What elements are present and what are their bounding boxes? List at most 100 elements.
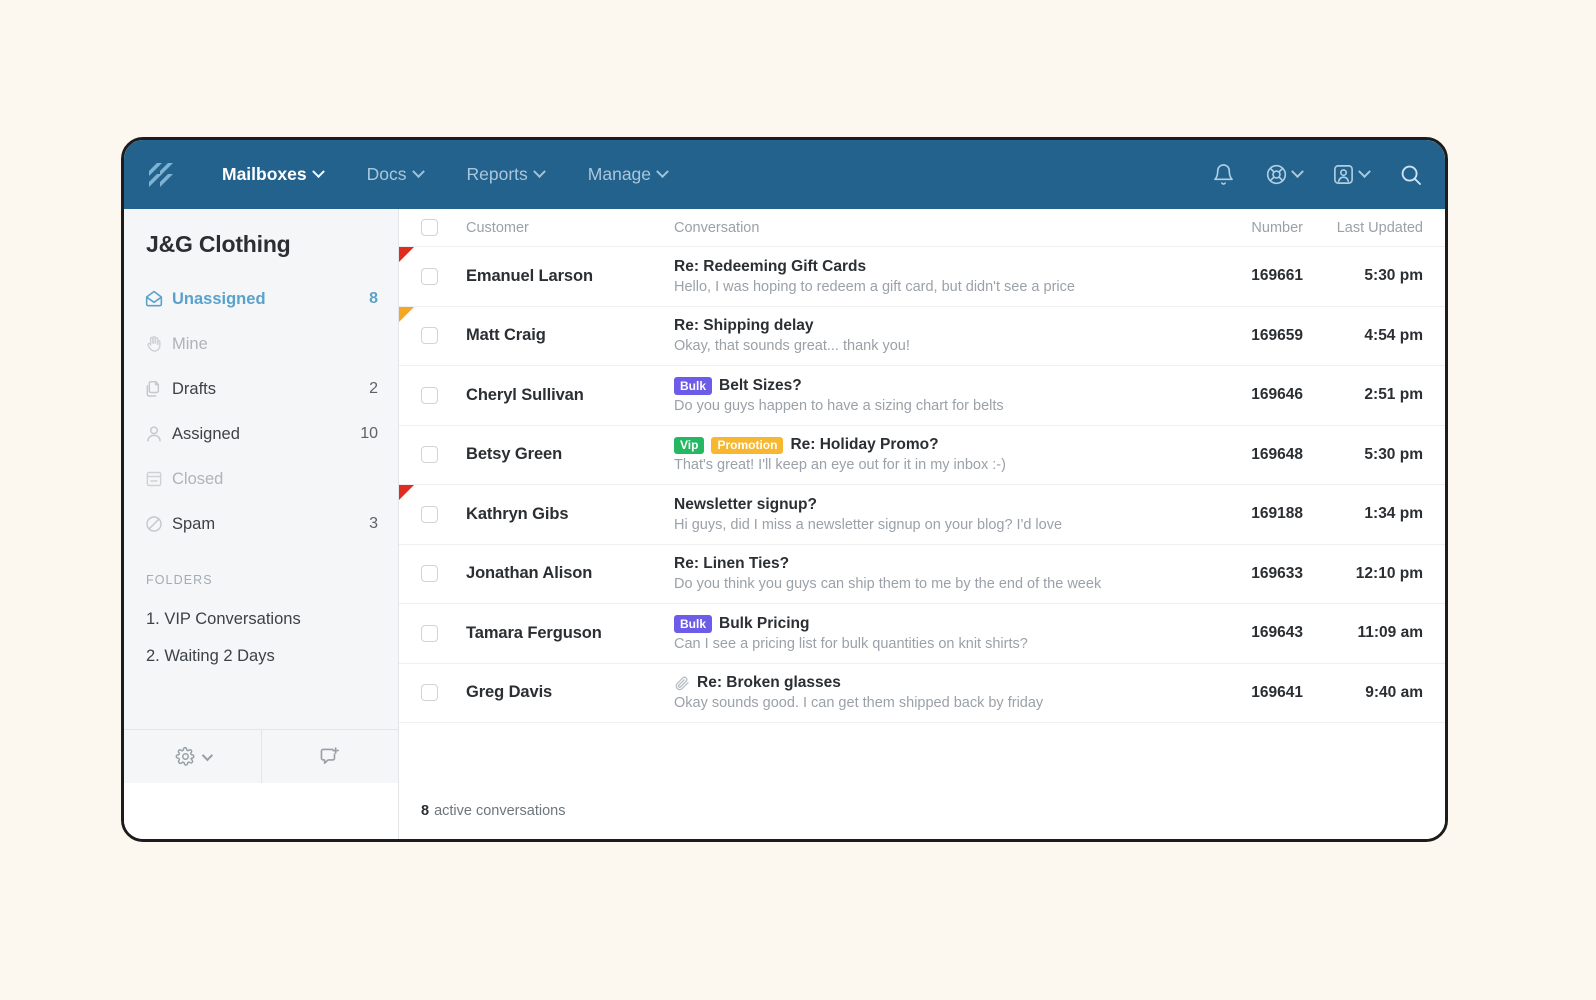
- sidebar-item-drafts[interactable]: Drafts 2: [144, 370, 378, 408]
- conversation-cell: Re: Broken glasses Okay sounds good. I ca…: [674, 674, 1181, 711]
- user-profile-icon[interactable]: [1332, 163, 1371, 186]
- sidebar-folder-vip-conversations[interactable]: 1. VIP Conversations: [144, 601, 378, 638]
- row-checkbox[interactable]: [421, 624, 438, 642]
- archive-icon: [144, 469, 172, 489]
- column-header-number[interactable]: Number: [1181, 220, 1303, 236]
- row-checkbox[interactable]: [421, 267, 438, 285]
- sidebar-item-label: Spam: [172, 514, 216, 533]
- table-row[interactable]: Tamara Ferguson Bulk Bulk Pricing Can I see…: [399, 604, 1445, 664]
- conversation-number: 169661: [1251, 267, 1303, 285]
- sidebar-item-spam[interactable]: Spam 3: [144, 505, 378, 543]
- folders-heading: FOLDERS: [146, 573, 213, 587]
- help-lifebuoy-icon[interactable]: [1265, 163, 1304, 186]
- sidebar-item-label: Unassigned: [172, 289, 266, 308]
- conversation-preview: Okay sounds good. I can get them shipped…: [674, 695, 1044, 712]
- conversation-content: Re: Redeeming Gift Cards Hello, I was hop…: [674, 258, 1181, 295]
- table-row[interactable]: Cheryl Sullivan Bulk Belt Sizes? Do you guy…: [399, 366, 1445, 426]
- customer-cell: Matt Craig: [466, 326, 674, 345]
- nav-item-label: Manage: [587, 164, 652, 184]
- conversation-cell: Bulk Belt Sizes? Do you guys happen to hav…: [674, 377, 1181, 414]
- conversation-number: 169643: [1251, 624, 1303, 642]
- customer-cell: Cheryl Sullivan: [466, 386, 674, 405]
- new-conversation-icon: [318, 745, 341, 768]
- customer-cell: Emanuel Larson: [466, 267, 674, 286]
- conversation-tag[interactable]: Vip: [674, 436, 705, 454]
- helpscout-logo-icon[interactable]: [140, 154, 182, 196]
- row-checkbox[interactable]: [421, 565, 438, 583]
- conversation-subject-line: Bulk Belt Sizes?: [674, 377, 1181, 395]
- conversation-content: Bulk Belt Sizes? Do you guys happen to hav…: [674, 377, 1181, 414]
- conversation-number: 169659: [1251, 326, 1303, 344]
- active-conversation-label: active conversations: [434, 803, 566, 819]
- column-header-last-updated[interactable]: Last Updated: [1303, 220, 1423, 236]
- table-row[interactable]: Greg Davis Re: Broken glasses Okay sounds …: [399, 663, 1445, 723]
- conversation-list-pane: Customer Conversation Number Last Update…: [399, 209, 1445, 839]
- conversation-subject-line: Re: Linen Ties?: [674, 555, 1181, 573]
- drafts-pages-icon: [144, 379, 172, 399]
- row-checkbox[interactable]: [421, 505, 438, 523]
- conversation-subject-line: Re: Broken glasses: [674, 674, 1181, 692]
- conversation-subject-line: Bulk Bulk Pricing: [674, 615, 1181, 633]
- conversation-content: Re: Broken glasses Okay sounds good. I ca…: [674, 674, 1181, 711]
- sidebar-item-closed[interactable]: Closed: [144, 460, 378, 498]
- conversation-subject: Re: Holiday Promo?: [790, 436, 939, 454]
- conversation-subject: Re: Broken glasses: [697, 674, 841, 692]
- table-row[interactable]: Betsy Green Vip Promotion Re: Holiday Promo…: [399, 425, 1445, 485]
- primary-nav: Mailboxes Docs Reports Manage: [200, 158, 689, 191]
- sidebar-item-label: Closed: [172, 469, 224, 488]
- hand-icon: [144, 334, 172, 354]
- conversation-last-updated: 5:30 pm: [1364, 445, 1423, 463]
- row-checkbox[interactable]: [421, 684, 438, 702]
- conversation-rows: Emanuel Larson Re: Redeeming Gift Cards He…: [399, 247, 1445, 783]
- row-checkbox[interactable]: [421, 446, 438, 464]
- conversation-tag[interactable]: Promotion: [711, 436, 784, 454]
- table-row[interactable]: Emanuel Larson Re: Redeeming Gift Cards He…: [399, 247, 1445, 307]
- sidebar: J&G Clothing Unassigned 8 Mine Drafts 2 …: [124, 209, 399, 839]
- row-select-cell: [421, 684, 466, 702]
- conversation-cell: Re: Shipping delay Okay, that sounds grea…: [674, 317, 1181, 354]
- conversation-last-updated: 2:51 pm: [1364, 386, 1423, 404]
- sidebar-item-label: Mine: [172, 334, 208, 353]
- conversation-last-updated: 11:09 am: [1357, 624, 1424, 642]
- conversation-last-updated: 9:40 am: [1365, 683, 1423, 701]
- row-checkbox[interactable]: [421, 386, 438, 404]
- table-row[interactable]: Matt Craig Re: Shipping delay Okay, that s…: [399, 306, 1445, 366]
- sidebar-item-unassigned[interactable]: Unassigned 8: [144, 280, 378, 318]
- conversation-subject: Re: Redeeming Gift Cards: [674, 257, 867, 275]
- nav-item-docs[interactable]: Docs: [345, 158, 445, 191]
- conversation-subject: Bulk Pricing: [719, 614, 810, 632]
- conversation-subject: Re: Shipping delay: [674, 317, 814, 335]
- column-header-customer[interactable]: Customer: [466, 220, 674, 236]
- conversation-number: 169641: [1251, 683, 1303, 701]
- conversation-tag[interactable]: Bulk: [674, 615, 713, 633]
- select-all-checkbox[interactable]: [421, 219, 438, 236]
- nav-item-label: Docs: [366, 164, 407, 184]
- sidebar-folder-waiting-2-days[interactable]: 2. Waiting 2 Days: [144, 638, 378, 675]
- nav-item-mailboxes[interactable]: Mailboxes: [200, 158, 345, 191]
- column-header-conversation[interactable]: Conversation: [674, 220, 1181, 236]
- row-select-cell: [421, 267, 466, 285]
- notifications-bell-icon[interactable]: [1212, 163, 1235, 186]
- row-checkbox[interactable]: [421, 327, 438, 345]
- sidebar-item-assigned[interactable]: Assigned 10: [144, 415, 378, 453]
- settings-gear-button[interactable]: [124, 730, 261, 783]
- nav-item-reports[interactable]: Reports: [445, 158, 566, 191]
- conversation-tag[interactable]: Bulk: [674, 377, 713, 395]
- conversation-subject-line: Vip Promotion Re: Holiday Promo?: [674, 436, 1181, 454]
- table-row[interactable]: Kathryn Gibs Newsletter signup? Hi guys, d…: [399, 485, 1445, 545]
- conversation-number: 169646: [1251, 386, 1303, 404]
- search-icon[interactable]: [1399, 163, 1423, 187]
- conversation-number: 169188: [1251, 505, 1303, 523]
- conversation-last-updated: 4:54 pm: [1364, 326, 1423, 344]
- customer-name: Betsy Green: [466, 445, 563, 464]
- nav-item-manage[interactable]: Manage: [566, 158, 689, 191]
- sidebar-content: J&G Clothing Unassigned 8 Mine Drafts 2 …: [124, 209, 398, 729]
- customer-name: Tamara Ferguson: [466, 623, 602, 642]
- table-row[interactable]: Jonathan Alison Re: Linen Ties? Do you thi…: [399, 544, 1445, 604]
- new-conversation-button[interactable]: [260, 730, 399, 783]
- conversation-content: Newsletter signup? Hi guys, did I miss a …: [674, 496, 1181, 533]
- sidebar-item-count: 10: [360, 425, 378, 442]
- row-select-cell: [421, 505, 466, 523]
- conversation-content: Re: Shipping delay Okay, that sounds grea…: [674, 317, 1181, 354]
- sidebar-item-mine[interactable]: Mine: [144, 325, 378, 363]
